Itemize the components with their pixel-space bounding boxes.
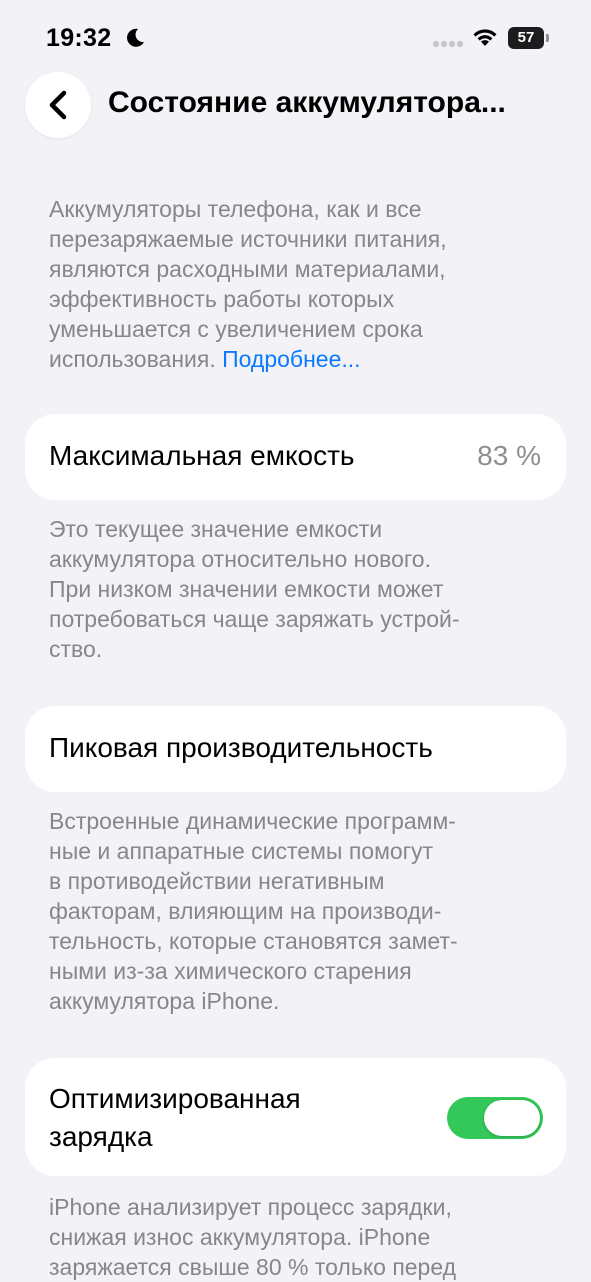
peak-performance-description: Встроенные динамические программ- ные и … <box>49 806 549 1016</box>
description-line: аккумулятора относительно нового. <box>49 546 431 572</box>
optimized-charging-card: Оптимизированная зарядка <box>25 1058 566 1176</box>
intro-line: являются расходными материалами, <box>49 256 446 282</box>
label-line: зарядка <box>49 1121 153 1152</box>
peak-performance-label: Пиковая производительность <box>49 732 433 763</box>
status-bar: 19:32 57 <box>0 0 591 70</box>
description-line: Встроенные динамические программ- <box>49 808 456 834</box>
max-capacity-value: 83 % <box>477 440 541 471</box>
intro-text: Аккумуляторы телефона, как и все перезар… <box>49 194 549 374</box>
description-line: аккумулятора iPhone. <box>49 988 280 1014</box>
optimized-charging-description: iPhone анализирует процесс зарядки, сниж… <box>49 1192 549 1282</box>
description-line: При низком значении емкости может <box>49 576 444 602</box>
page-title: Состояние аккумулятора... <box>108 86 506 119</box>
description-line: снижая износ аккумулятора. iPhone <box>49 1224 431 1250</box>
max-capacity-label: Максимальная емкость <box>49 440 355 471</box>
description-line: тельность, которые становятся замет- <box>49 928 458 954</box>
battery-icon: 57 <box>508 27 550 49</box>
description-line: факторам, влияющим на производи- <box>49 898 442 924</box>
max-capacity-card: Максимальная емкость 83 % <box>25 414 566 500</box>
toggle-knob <box>484 1100 540 1136</box>
learn-more-link[interactable]: Подробнее... <box>222 346 360 372</box>
intro-line: эффективность работы которых <box>49 286 395 312</box>
intro-line: Аккумуляторы телефона, как и все <box>49 196 422 222</box>
wifi-icon <box>473 29 497 46</box>
intro-line: использования. <box>49 346 223 372</box>
description-line: ные и аппаратные системы помогут <box>49 838 434 864</box>
battery-level: 57 <box>508 27 544 49</box>
description-line: в противодействии негативным <box>49 868 385 894</box>
label-line: Оптимизированная <box>49 1083 301 1114</box>
back-button[interactable] <box>25 72 91 138</box>
description-line: ство. <box>49 636 103 662</box>
description-line: потребоваться чаще заряжать устрой- <box>49 606 460 632</box>
peak-performance-card: Пиковая производительность <box>25 706 566 792</box>
signal-icon <box>432 40 464 48</box>
max-capacity-description: Это текущее значение емкости аккумулятор… <box>49 514 549 664</box>
intro-line: уменьшается с увеличением срока <box>49 316 423 342</box>
description-line: заряжается свыше 80 % только перед <box>49 1254 457 1280</box>
description-line: Это текущее значение емкости <box>49 516 383 542</box>
status-time: 19:32 <box>46 24 112 52</box>
moon-icon <box>127 28 144 47</box>
battery-cap <box>546 34 549 42</box>
description-line: iPhone анализирует процесс зарядки, <box>49 1194 452 1220</box>
chevron-left-icon <box>49 90 67 120</box>
intro-line: перезаряжаемые источники питания, <box>49 226 447 252</box>
optimized-charging-toggle[interactable] <box>447 1097 543 1139</box>
optimized-charging-label: Оптимизированная зарядка <box>49 1080 301 1156</box>
description-line: ными из-за химического старения <box>49 958 412 984</box>
